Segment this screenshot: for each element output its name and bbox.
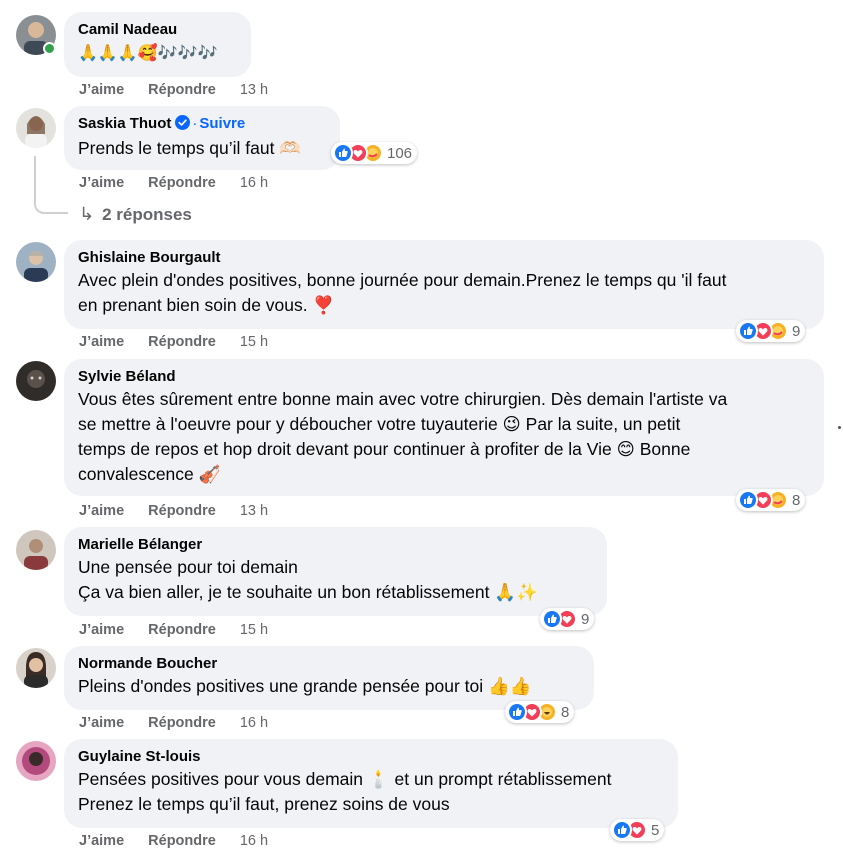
comment-author[interactable]: Normande Boucher — [78, 654, 580, 674]
like-button[interactable]: J’aime — [79, 82, 124, 98]
comment-text-line: Une pensée pour toi demain — [78, 557, 298, 577]
like-button[interactable]: J’aime — [79, 622, 124, 638]
avatar[interactable] — [16, 741, 56, 781]
comment-text-line: Pensées positives pour vous demain 🕯️ et… — [78, 769, 612, 789]
comment-timestamp[interactable]: 13 h — [240, 82, 268, 98]
follow-button[interactable]: Suivre — [199, 115, 245, 132]
comment-actions: J’aime Répondre 15 h — [79, 333, 268, 351]
comment-text-line: Vous êtes sûrement entre bonne main avec… — [78, 389, 728, 409]
reaction-count: 9 — [792, 322, 801, 340]
like-button[interactable]: J’aime — [79, 833, 124, 849]
comment-text: 🙏🙏🙏🥰🎶🎶🎶 — [78, 43, 218, 62]
comment-text-line: se mettre à l'oeuvre pour y déboucher vo… — [78, 414, 681, 434]
comment-bubble: Camil Nadeau 🙏🙏🙏🥰🎶🎶🎶 — [64, 12, 251, 77]
separator-dot: · — [192, 115, 198, 132]
like-button[interactable]: J’aime — [79, 175, 124, 191]
avatar[interactable] — [16, 530, 56, 570]
reply-button[interactable]: Répondre — [148, 833, 216, 849]
comment-bubble: Saskia Thuot · Suivre Prends le temps qu’i… — [64, 106, 340, 170]
comment-text: Pleins d'ondes positives une grande pens… — [78, 676, 532, 696]
comment-author[interactable]: Marielle Bélanger — [78, 535, 593, 555]
comment-timestamp[interactable]: 15 h — [240, 334, 268, 350]
reply-button[interactable]: Répondre — [148, 334, 216, 350]
reply-button[interactable]: Répondre — [148, 622, 216, 638]
reaction-count: 106 — [387, 144, 413, 162]
comment-actions: J’aime Répondre 13 h — [79, 502, 268, 520]
comment-bubble: Sylvie Béland Vous êtes sûrement entre b… — [64, 359, 824, 496]
comment-actions: J’aime Répondre 16 h — [79, 832, 268, 850]
reaction-summary[interactable]: 8 — [736, 489, 806, 511]
comment-author[interactable]: Camil Nadeau — [78, 20, 237, 40]
thread-connector-line — [34, 156, 68, 214]
comment-actions: J’aime Répondre 16 h — [79, 174, 268, 192]
reaction-count: 8 — [561, 703, 570, 721]
comment-text-line: Ça va bien aller, je te souhaite un bon … — [78, 582, 538, 602]
scroll-indicator-dot — [838, 426, 841, 429]
like-icon — [738, 490, 758, 510]
avatar[interactable] — [16, 648, 56, 688]
like-icon — [333, 143, 353, 163]
like-icon — [542, 609, 562, 629]
comment-actions: J’aime Répondre 15 h — [79, 621, 268, 639]
reply-button[interactable]: Répondre — [148, 503, 216, 519]
reaction-summary[interactable]: 9 — [540, 608, 595, 630]
like-icon — [507, 702, 527, 722]
reply-button[interactable]: Répondre — [148, 82, 216, 98]
reaction-count: 9 — [581, 610, 590, 628]
avatar[interactable] — [16, 242, 56, 282]
like-icon — [738, 321, 758, 341]
comment-author[interactable]: Ghislaine Bourgault — [78, 248, 810, 268]
comment-text-line: temps de repos et hop droit devant pour … — [78, 439, 691, 459]
comment-timestamp[interactable]: 13 h — [240, 503, 268, 519]
reply-button[interactable]: Répondre — [148, 175, 216, 191]
comment-timestamp[interactable]: 15 h — [240, 622, 268, 638]
view-replies-link[interactable]: ↳ 2 réponses — [79, 204, 192, 225]
reply-button[interactable]: Répondre — [148, 715, 216, 731]
reaction-summary[interactable]: 8 — [505, 701, 575, 723]
like-icon — [612, 820, 632, 840]
reply-arrow-icon: ↳ — [79, 204, 95, 224]
comment-text-line: Avec plein d'ondes positives, bonne jour… — [78, 270, 727, 290]
reaction-summary[interactable]: 106 — [331, 142, 418, 164]
reaction-summary[interactable]: 9 — [736, 320, 806, 342]
comment-text-line: convalescence 🎻 — [78, 464, 221, 484]
replies-count-label: 2 réponses — [102, 204, 192, 224]
comment-timestamp[interactable]: 16 h — [240, 833, 268, 849]
comment-text-line: en prenant bien soin de vous. ❣️ — [78, 295, 335, 315]
comment-timestamp[interactable]: 16 h — [240, 715, 268, 731]
verified-badge-icon — [175, 115, 191, 136]
avatar[interactable] — [16, 361, 56, 401]
like-button[interactable]: J’aime — [79, 334, 124, 350]
comment-bubble: Marielle Bélanger Une pensée pour toi de… — [64, 527, 607, 616]
comment-actions: J’aime Répondre 16 h — [79, 714, 268, 732]
comment-text-line: Prenez le temps qu’il faut, prenez soins… — [78, 794, 450, 814]
comment-bubble: Guylaine St-louis Pensées positives pour… — [64, 739, 678, 828]
online-status-dot — [43, 42, 56, 55]
comment-actions: J’aime Répondre 13 h — [79, 81, 268, 99]
like-button[interactable]: J’aime — [79, 503, 124, 519]
comment-author[interactable]: Guylaine St-louis — [78, 747, 664, 767]
avatar[interactable] — [16, 108, 56, 148]
reaction-count: 8 — [792, 491, 801, 509]
comment-text: Prends le temps qu’il faut 🫶🏻 — [78, 138, 302, 158]
like-button[interactable]: J’aime — [79, 715, 124, 731]
comment-author[interactable]: Sylvie Béland — [78, 367, 810, 387]
reaction-count: 5 — [651, 821, 660, 839]
comment-bubble: Ghislaine Bourgault Avec plein d'ondes p… — [64, 240, 824, 329]
reaction-summary[interactable]: 5 — [610, 819, 665, 841]
comment-timestamp[interactable]: 16 h — [240, 175, 268, 191]
comment-author[interactable]: Saskia Thuot — [78, 115, 171, 132]
